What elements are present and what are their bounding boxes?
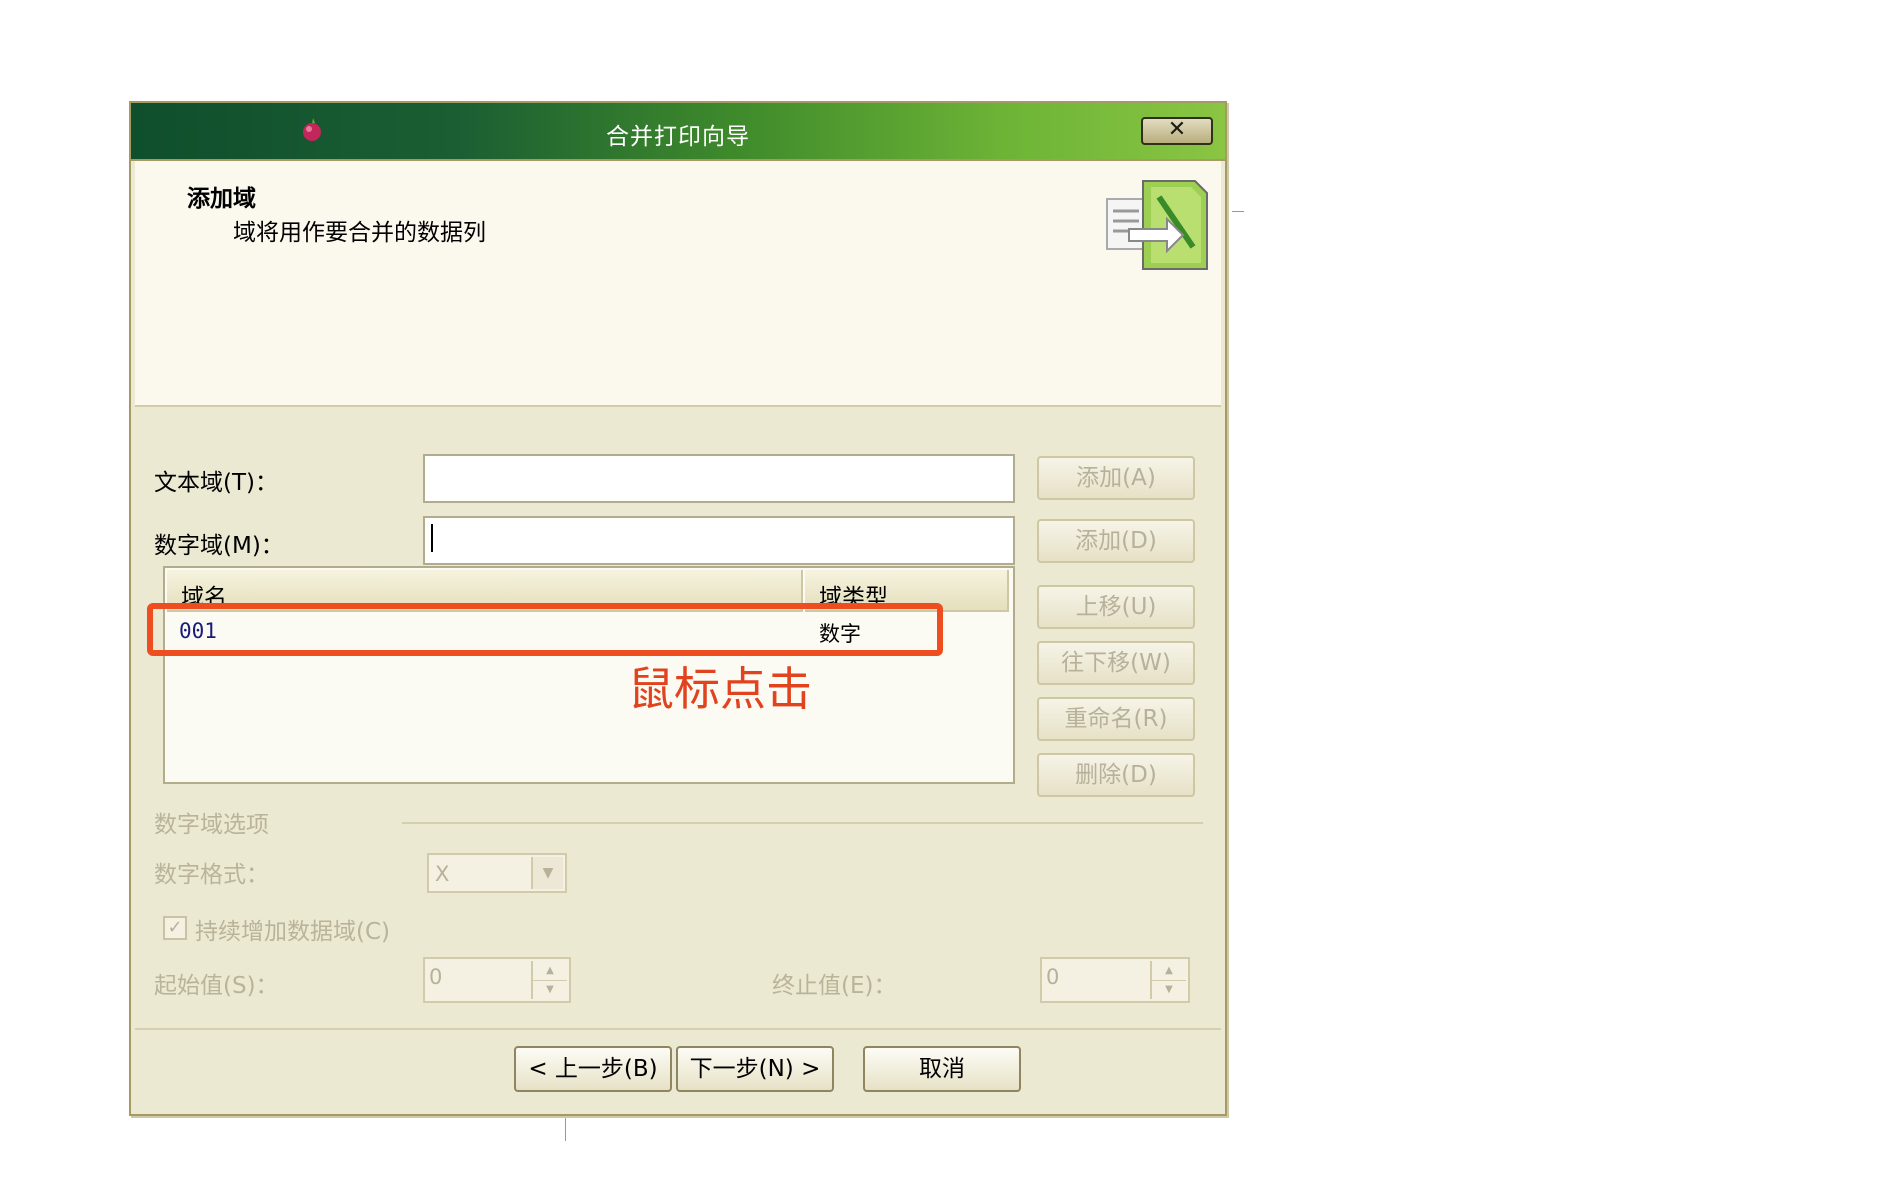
spinner-buttons: ▲ ▼	[531, 961, 567, 999]
text-field-input[interactable]	[423, 454, 1015, 503]
number-format-label: 数字格式：	[154, 862, 269, 888]
cancel-button[interactable]: 取消	[863, 1046, 1021, 1092]
text-field-label: 文本域(T)：	[154, 470, 278, 496]
increment-checkbox[interactable]: ✓	[163, 916, 187, 940]
merge-print-wizard-dialog: 合并打印向导 ✕ 添加域 域将用作要合并的数据列 文本域(T)： 添加(A) 数…	[129, 101, 1227, 1116]
spin-up-icon[interactable]: ▲	[1152, 961, 1186, 981]
start-value-label: 起始值(S)：	[154, 973, 279, 999]
delete-button[interactable]: 删除(D)	[1037, 753, 1195, 797]
footer-divider	[135, 1028, 1221, 1030]
end-value-spinner[interactable]: 0 ▲ ▼	[1040, 957, 1190, 1003]
rename-button[interactable]: 重命名(R)	[1037, 697, 1195, 741]
spin-up-icon[interactable]: ▲	[533, 961, 567, 981]
start-value-spinner[interactable]: 0 ▲ ▼	[423, 957, 571, 1003]
field-list[interactable]: 域名 域类型 001 数字	[163, 566, 1015, 784]
page-title: 添加域	[187, 186, 256, 212]
number-options-section-label: 数字域选项	[154, 812, 269, 838]
add-number-field-button[interactable]: 添加(D)	[1037, 519, 1195, 563]
column-header-field-type[interactable]: 域类型	[805, 570, 1009, 612]
add-text-field-button[interactable]: 添加(A)	[1037, 456, 1195, 500]
end-value: 0	[1046, 965, 1060, 989]
next-button[interactable]: 下一步(N) >	[676, 1046, 834, 1092]
number-format-select[interactable]: X ▼	[427, 853, 567, 893]
decorative-line	[1232, 211, 1244, 212]
close-icon: ✕	[1167, 117, 1187, 142]
annotation-text: 鼠标点击	[628, 662, 812, 716]
column-header-field-name[interactable]: 域名	[167, 570, 803, 612]
end-value-label: 终止值(E)：	[772, 973, 897, 999]
screen: 合并打印向导 ✕ 添加域 域将用作要合并的数据列 文本域(T)： 添加(A) 数…	[0, 0, 1892, 1178]
field-name-cell: 001	[179, 619, 217, 643]
wizard-header: 添加域 域将用作要合并的数据列	[135, 161, 1221, 407]
spin-down-icon[interactable]: ▼	[533, 980, 567, 999]
window-title: 合并打印向导	[606, 124, 750, 150]
close-button[interactable]: ✕	[1141, 117, 1213, 145]
title-bar[interactable]: 合并打印向导 ✕	[131, 103, 1225, 161]
check-icon: ✓	[167, 917, 183, 938]
column-header-label: 域名	[181, 585, 227, 611]
back-button[interactable]: < 上一步(B)	[514, 1046, 672, 1092]
chevron-down-icon[interactable]: ▼	[531, 857, 563, 889]
number-format-value: X	[435, 862, 450, 886]
text-caret	[431, 524, 433, 552]
move-down-button[interactable]: 往下移(W)	[1037, 641, 1195, 685]
increment-label: 持续增加数据域(C)	[195, 919, 391, 945]
section-divider	[402, 822, 1203, 824]
column-header-label: 域类型	[819, 585, 888, 611]
move-up-button[interactable]: 上移(U)	[1037, 585, 1195, 629]
decorative-line	[565, 1117, 566, 1141]
number-field-label: 数字域(M)：	[154, 533, 284, 559]
merge-document-icon	[1106, 180, 1208, 270]
number-field-input[interactable]	[423, 516, 1015, 565]
spinner-buttons: ▲ ▼	[1150, 961, 1186, 999]
start-value: 0	[429, 965, 443, 989]
spin-down-icon[interactable]: ▼	[1152, 980, 1186, 999]
field-type-cell: 数字	[819, 622, 861, 646]
table-row[interactable]: 001 数字	[167, 612, 1011, 650]
page-subtitle: 域将用作要合并的数据列	[233, 220, 486, 246]
